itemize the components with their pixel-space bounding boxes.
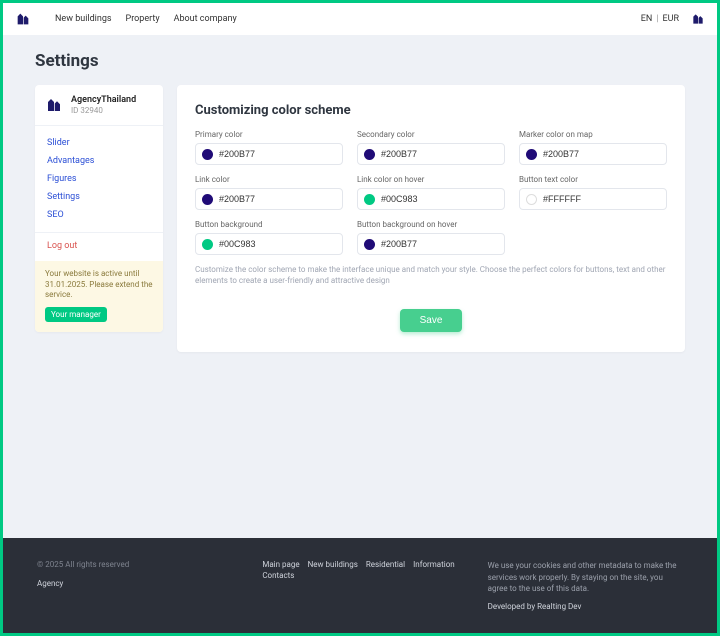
color-value-input[interactable] xyxy=(381,239,498,249)
sidebar-item-slider[interactable]: Slider xyxy=(35,134,163,152)
color-field-label: Link color xyxy=(195,175,343,184)
brand-logo[interactable] xyxy=(15,11,31,27)
color-field: Button text color xyxy=(519,175,667,210)
footer-links: Main page New buildings Residential Info… xyxy=(262,560,457,569)
color-swatch[interactable] xyxy=(526,194,537,205)
color-field-label: Primary color xyxy=(195,130,343,139)
top-nav-item[interactable]: Property xyxy=(126,14,160,24)
color-value-input[interactable] xyxy=(219,149,336,159)
color-value-input[interactable] xyxy=(381,194,498,204)
sidebar-item-figures[interactable]: Figures xyxy=(35,170,163,188)
color-swatch[interactable] xyxy=(202,194,213,205)
color-value-input[interactable] xyxy=(219,194,336,204)
sidebar-item-seo[interactable]: SEO xyxy=(35,206,163,224)
color-field-label: Secondary color xyxy=(357,130,505,139)
color-value-input[interactable] xyxy=(543,194,660,204)
color-input-wrap xyxy=(195,233,343,255)
manager-button[interactable]: Your manager xyxy=(45,307,107,322)
footer-dev: Developed by Realting Dev xyxy=(488,602,683,611)
profile-name: AgencyThailand xyxy=(71,95,136,106)
color-input-wrap xyxy=(519,143,667,165)
color-input-wrap xyxy=(357,233,505,255)
footer-link[interactable]: Information xyxy=(413,560,455,569)
top-right: EN | EUR xyxy=(641,12,705,26)
help-text: Customize the color scheme to make the i… xyxy=(195,265,667,287)
color-field: Secondary color xyxy=(357,130,505,165)
footer-agency: Agency xyxy=(37,579,232,588)
color-field: Link color on hover xyxy=(357,175,505,210)
color-swatch[interactable] xyxy=(202,149,213,160)
footer-link[interactable]: Residential xyxy=(366,560,405,569)
color-field-label: Button background xyxy=(195,220,343,229)
color-input-wrap xyxy=(357,188,505,210)
content-area: Settings AgencyThailand ID 32940 Slider … xyxy=(3,35,717,538)
color-grid: Primary color Secondary color Marker color… xyxy=(195,130,667,255)
color-swatch[interactable] xyxy=(526,149,537,160)
top-nav-item[interactable]: New buildings xyxy=(55,14,112,24)
footer-col-left: © 2025 All rights reserved Agency xyxy=(37,560,232,611)
color-input-wrap xyxy=(195,188,343,210)
color-input-wrap xyxy=(357,143,505,165)
separator: | xyxy=(656,14,658,24)
card-title: Customizing color scheme xyxy=(195,103,667,118)
color-field-label: Button background on hover xyxy=(357,220,505,229)
color-field: Link color xyxy=(195,175,343,210)
color-input-wrap xyxy=(195,143,343,165)
sidebar-item-settings[interactable]: Settings xyxy=(35,188,163,206)
profile-block: AgencyThailand ID 32940 xyxy=(35,85,163,126)
footer-col-mid: Main page New buildings Residential Info… xyxy=(262,560,457,611)
footer-col-right: We use your cookies and other metadata t… xyxy=(488,560,683,611)
footer-link[interactable]: Contacts xyxy=(262,571,294,580)
top-nav: New buildings Property About company xyxy=(55,14,237,24)
color-value-input[interactable] xyxy=(219,239,336,249)
footer-policy: We use your cookies and other metadata t… xyxy=(488,560,683,594)
logout-link[interactable]: Log out xyxy=(47,241,77,251)
footer-link[interactable]: New buildings xyxy=(308,560,358,569)
settings-card: Customizing color scheme Primary color Se… xyxy=(177,85,685,352)
top-bar: New buildings Property About company EN … xyxy=(3,3,717,35)
sidebar-notice: Your website is active until 31.01.2025.… xyxy=(35,261,163,331)
page-title: Settings xyxy=(35,51,685,71)
sidebar-nav: Slider Advantages Figures Settings SEO xyxy=(35,126,163,232)
color-field: Button background on hover xyxy=(357,220,505,255)
sidebar-item-advantages[interactable]: Advantages xyxy=(35,152,163,170)
color-field: Button background xyxy=(195,220,343,255)
save-button[interactable]: Save xyxy=(400,309,463,332)
sidebar-logout-block: Log out xyxy=(35,232,163,261)
color-swatch[interactable] xyxy=(364,239,375,250)
language-switch[interactable]: EN xyxy=(641,14,653,24)
footer: © 2025 All rights reserved Agency Main p… xyxy=(3,538,717,633)
color-field: Marker color on map xyxy=(519,130,667,165)
color-field-label: Marker color on map xyxy=(519,130,667,139)
sidebar: AgencyThailand ID 32940 Slider Advantage… xyxy=(35,85,163,332)
color-value-input[interactable] xyxy=(381,149,498,159)
color-field: Primary color xyxy=(195,130,343,165)
color-swatch[interactable] xyxy=(364,194,375,205)
color-value-input[interactable] xyxy=(543,149,660,159)
color-input-wrap xyxy=(519,188,667,210)
color-swatch[interactable] xyxy=(202,239,213,250)
columns: AgencyThailand ID 32940 Slider Advantage… xyxy=(35,85,685,352)
profile-id: ID 32940 xyxy=(71,106,136,116)
top-nav-item[interactable]: About company xyxy=(174,14,237,24)
color-field-label: Button text color xyxy=(519,175,667,184)
color-field-label: Link color on hover xyxy=(357,175,505,184)
menu-icon[interactable] xyxy=(691,12,705,26)
footer-copyright: © 2025 All rights reserved xyxy=(37,560,232,569)
footer-link[interactable]: Main page xyxy=(262,560,299,569)
color-swatch[interactable] xyxy=(364,149,375,160)
currency-switch[interactable]: EUR xyxy=(663,14,680,24)
avatar-icon xyxy=(45,96,63,114)
